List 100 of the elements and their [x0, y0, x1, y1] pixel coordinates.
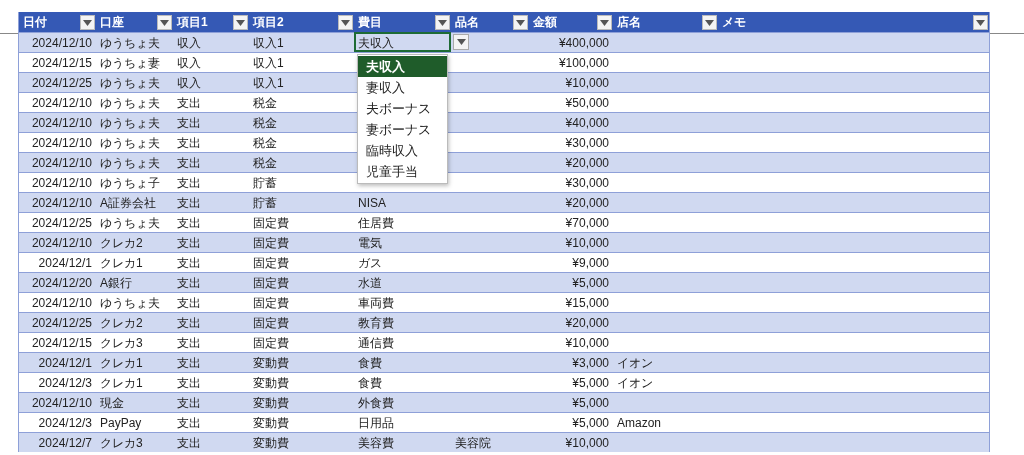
table-cell: ¥400,000: [529, 32, 613, 52]
table-cell: 支出: [173, 352, 249, 372]
caret-icon: [236, 19, 245, 26]
table-cell: 収入: [173, 32, 249, 52]
caret-icon: [438, 19, 447, 26]
filter-button[interactable]: [597, 15, 612, 30]
caret-icon: [600, 19, 609, 26]
column-header[interactable]: 項目1: [173, 12, 249, 33]
dropdown-option[interactable]: 児童手当: [358, 161, 447, 182]
filter-button[interactable]: [973, 15, 988, 30]
table-cell: 支出: [173, 272, 249, 292]
dropdown-option[interactable]: 妻収入: [358, 77, 447, 98]
table-cell: 収入1: [249, 72, 354, 92]
table-cell: 支出: [173, 112, 249, 132]
table-cell: 教育費: [354, 312, 451, 332]
table-cell: 支出: [173, 192, 249, 212]
dropdown-option[interactable]: 臨時収入: [358, 140, 447, 161]
table-cell: 固定費: [249, 272, 354, 292]
table-cell: 2024/12/10: [19, 232, 96, 252]
table-cell: ゆうちょ夫: [96, 112, 173, 132]
caret-icon: [83, 19, 92, 26]
table-cell: クレカ3: [96, 432, 173, 452]
table-cell: 2024/12/10: [19, 112, 96, 132]
table-cell: 2024/12/20: [19, 272, 96, 292]
table-cell: 2024/12/7: [19, 432, 96, 452]
filter-button[interactable]: [157, 15, 172, 30]
dropdown-button[interactable]: [453, 34, 469, 50]
column-header[interactable]: 項目2: [249, 12, 354, 33]
table-cell: 固定費: [249, 232, 354, 252]
table-cell: 2024/12/10: [19, 392, 96, 412]
filter-button[interactable]: [80, 15, 95, 30]
dropdown-option[interactable]: 夫収入: [358, 56, 447, 77]
table-cell: ¥20,000: [529, 312, 613, 332]
table-cell: ¥10,000: [529, 232, 613, 252]
caret-icon: [516, 19, 525, 26]
column-header[interactable]: 日付: [19, 12, 96, 33]
table-cell: 2024/12/10: [19, 32, 96, 52]
column-label: 費目: [358, 14, 382, 31]
table-cell: 変動費: [249, 432, 354, 452]
table-cell: ¥5,000: [529, 392, 613, 412]
column-header[interactable]: 店名: [613, 12, 718, 33]
table-cell: ¥40,000: [529, 112, 613, 132]
column-header[interactable]: メモ: [718, 12, 989, 33]
caret-icon: [341, 19, 350, 26]
column-label: 項目2: [253, 14, 284, 31]
dropdown-option[interactable]: 妻ボーナス: [358, 119, 447, 140]
column-header[interactable]: 費目: [354, 12, 451, 33]
table-cell: ¥10,000: [529, 72, 613, 92]
column-header[interactable]: 金額: [529, 12, 613, 33]
table-cell: ¥3,000: [529, 352, 613, 372]
table-cell: 収入1: [249, 32, 354, 52]
table-cell: クレカ1: [96, 352, 173, 372]
table-cell: 変動費: [249, 352, 354, 372]
filter-button[interactable]: [513, 15, 528, 30]
dropdown-option[interactable]: 夫ボーナス: [358, 98, 447, 119]
column-label: 品名: [455, 14, 479, 31]
table-cell: 美容費: [354, 432, 451, 452]
table-cell: 美容院: [451, 432, 529, 452]
table-cell: 税金: [249, 152, 354, 172]
table-cell: 収入: [173, 72, 249, 92]
filter-button[interactable]: [702, 15, 717, 30]
table-cell: NISA: [354, 192, 451, 212]
caret-icon: [976, 19, 985, 26]
column-label: メモ: [722, 14, 746, 31]
filter-button[interactable]: [338, 15, 353, 30]
caret-icon: [160, 19, 169, 26]
table-cell: 支出: [173, 392, 249, 412]
caret-icon: [705, 19, 714, 26]
column-label: 口座: [100, 14, 124, 31]
table-cell: 食費: [354, 352, 451, 372]
column-header[interactable]: 口座: [96, 12, 173, 33]
column-label: 店名: [617, 14, 641, 31]
table-cell: ¥20,000: [529, 192, 613, 212]
table-cell: 支出: [173, 432, 249, 452]
filter-button[interactable]: [233, 15, 248, 30]
active-cell: 夫収入: [354, 32, 451, 52]
table-cell: 支出: [173, 232, 249, 252]
table-cell: 固定費: [249, 312, 354, 332]
table-cell: ゆうちょ夫: [96, 152, 173, 172]
table-cell: 2024/12/1: [19, 352, 96, 372]
table-cell: 電気: [354, 232, 451, 252]
table-cell: クレカ2: [96, 232, 173, 252]
table-cell: クレカ2: [96, 312, 173, 332]
table-cell: 外食費: [354, 392, 451, 412]
table-cell: A証券会社: [96, 192, 173, 212]
table-cell: ¥5,000: [529, 272, 613, 292]
table-cell: 現金: [96, 392, 173, 412]
table-cell: A銀行: [96, 272, 173, 292]
table-cell: 税金: [249, 112, 354, 132]
table-cell: 2024/12/10: [19, 192, 96, 212]
filter-button[interactable]: [435, 15, 450, 30]
column-label: 日付: [23, 14, 47, 31]
column-label: 項目1: [177, 14, 208, 31]
table-cell: 2024/12/25: [19, 312, 96, 332]
table-cell: ¥20,000: [529, 152, 613, 172]
table-cell: ゆうちょ夫: [96, 72, 173, 92]
column-header[interactable]: 品名: [451, 12, 529, 33]
table-cell: 変動費: [249, 392, 354, 412]
table-cell: 貯蓄: [249, 192, 354, 212]
table-cell: 2024/12/25: [19, 72, 96, 92]
